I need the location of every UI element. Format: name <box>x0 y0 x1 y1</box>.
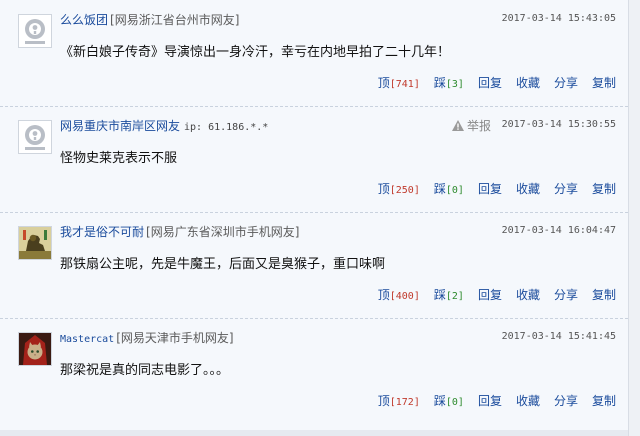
comment-text: 《新白娘子传奇》导演惊出一身冷汗，幸亏在内地早拍了二十几年！ <box>60 45 451 60</box>
reply-button[interactable]: 回复 <box>478 74 502 91</box>
share-button[interactable]: 分享 <box>554 392 578 409</box>
upvote-button[interactable]: 顶[250] <box>378 180 420 197</box>
default-avatar-icon <box>19 15 51 47</box>
comment-item: 我才是俗不可耐 [网易广东省深圳市手机网友] 2017-03-14 16:04:4… <box>0 212 628 319</box>
copy-button[interactable]: 复制 <box>592 392 616 409</box>
favorite-button[interactable]: 收藏 <box>516 180 540 197</box>
warning-icon <box>451 120 464 131</box>
comment-text: 怪物史莱克表示不服 <box>60 151 178 166</box>
upvote-count: [741] <box>389 79 420 90</box>
downvote-label: 踩 <box>433 288 446 302</box>
comment-item: 网易重庆市南岸区网友 ip: 61.186.*.* 举报 2017-03-14 1… <box>0 106 628 213</box>
avatar[interactable] <box>18 14 52 48</box>
downvote-button[interactable]: 踩[0] <box>434 392 464 409</box>
comment-list: 么么饭团 [网易浙江省台州市网友] 2017-03-14 15:43:05 《新白… <box>0 0 629 436</box>
copy-button[interactable]: 复制 <box>592 286 616 303</box>
downvote-count: [0] <box>445 397 464 408</box>
copy-button[interactable]: 复制 <box>592 180 616 197</box>
upvote-count: [250] <box>389 185 420 196</box>
comment-text: 那梁祝是真的同志电影了。。。 <box>60 363 230 378</box>
reply-button[interactable]: 回复 <box>478 392 502 409</box>
user-location: [网易浙江省台州市网友] <box>110 13 240 27</box>
comment-actions: 顶[741] 踩[3] 回复 收藏 分享 复制 <box>378 74 616 91</box>
user-ip: ip: 61.186.*.* <box>184 122 269 133</box>
avatar[interactable] <box>18 120 52 154</box>
share-button[interactable]: 分享 <box>554 74 578 91</box>
copy-button[interactable]: 复制 <box>592 74 616 91</box>
downvote-button[interactable]: 踩[2] <box>434 286 464 303</box>
comment-actions: 顶[400] 踩[2] 回复 收藏 分享 复制 <box>378 286 616 303</box>
avatar[interactable] <box>18 332 52 366</box>
upvote-count: [400] <box>389 291 420 302</box>
upvote-button[interactable]: 顶[741] <box>378 74 420 91</box>
upvote-button[interactable]: 顶[172] <box>378 392 420 409</box>
reply-button[interactable]: 回复 <box>478 180 502 197</box>
comment-item: Mastercat [网易天津市手机网友] 2017-03-14 15:41:45… <box>0 318 628 424</box>
upvote-label: 顶 <box>377 182 390 196</box>
upvote-label: 顶 <box>377 76 390 90</box>
cat-avatar-icon <box>19 333 51 365</box>
downvote-button[interactable]: 踩[0] <box>434 180 464 197</box>
upvote-label: 顶 <box>377 394 390 408</box>
comment-time: 2017-03-14 16:04:47 <box>501 225 616 236</box>
report-button[interactable]: 举报 <box>451 117 491 134</box>
default-avatar-icon <box>19 121 51 153</box>
favorite-button[interactable]: 收藏 <box>516 286 540 303</box>
favorite-button[interactable]: 收藏 <box>516 392 540 409</box>
downvote-button[interactable]: 踩[3] <box>434 74 464 91</box>
downvote-label: 踩 <box>433 76 446 90</box>
downvote-count: [0] <box>445 185 464 196</box>
downvote-label: 踩 <box>433 394 446 408</box>
upvote-button[interactable]: 顶[400] <box>378 286 420 303</box>
upvote-label: 顶 <box>377 288 390 302</box>
avatar[interactable] <box>18 226 52 260</box>
report-label: 举报 <box>466 119 491 133</box>
downvote-count: [3] <box>445 79 464 90</box>
upvote-count: [172] <box>389 397 420 408</box>
share-button[interactable]: 分享 <box>554 286 578 303</box>
comment-item: 么么饭团 [网易浙江省台州市网友] 2017-03-14 15:43:05 《新白… <box>0 0 628 107</box>
username-link[interactable]: 网易重庆市南岸区网友 <box>60 119 180 133</box>
comment-time: 2017-03-14 15:43:05 <box>501 13 616 24</box>
username-link[interactable]: Mastercat <box>60 334 114 345</box>
comment-time: 2017-03-14 15:30:55 <box>501 119 616 130</box>
lion-avatar-icon <box>19 227 51 259</box>
downvote-count: [2] <box>445 291 464 302</box>
user-location: [网易天津市手机网友] <box>116 331 234 345</box>
username-link[interactable]: 么么饭团 <box>60 13 108 27</box>
share-button[interactable]: 分享 <box>554 180 578 197</box>
comment-time: 2017-03-14 15:41:45 <box>501 331 616 342</box>
comment-actions: 顶[172] 踩[0] 回复 收藏 分享 复制 <box>378 392 616 409</box>
username-link[interactable]: 我才是俗不可耐 <box>60 225 144 239</box>
comment-text: 那铁扇公主呢，先是牛魔王，后面又是臭猴子，重口味啊 <box>60 257 386 272</box>
bottom-divider <box>0 430 628 436</box>
comment-actions: 顶[250] 踩[0] 回复 收藏 分享 复制 <box>378 180 616 197</box>
vertical-scrollbar[interactable] <box>628 0 640 436</box>
user-location: [网易广东省深圳市手机网友] <box>146 225 300 239</box>
favorite-button[interactable]: 收藏 <box>516 74 540 91</box>
downvote-label: 踩 <box>433 182 446 196</box>
reply-button[interactable]: 回复 <box>478 286 502 303</box>
